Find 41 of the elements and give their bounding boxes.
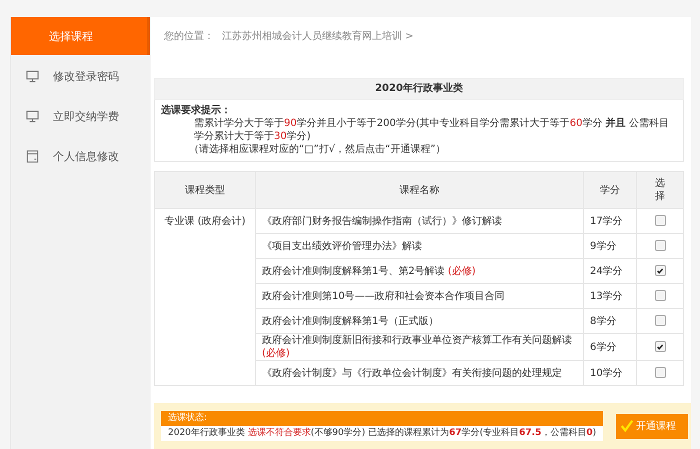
course-checkbox[interactable] (654, 315, 666, 326)
course-name: 《政府部门财务报告编制操作指南（试行）》修订解读 (256, 208, 584, 234)
column-header: 学分 (584, 172, 636, 208)
course-name: 政府会计准则第10号——政府和社会资本合作项目合同 (256, 284, 584, 308)
breadcrumb-link[interactable]: 江苏苏州相城会计人员继续教育网上培训 > (222, 29, 414, 43)
sidebar-item[interactable]: 立即交纳学费 (11, 97, 150, 135)
window-icon (26, 150, 39, 162)
requirements-note: （请选择相应课程对应的“□”打√，然后点击“开通课程”） (188, 143, 447, 156)
sidebar-item[interactable]: 个人信息修改 (11, 137, 150, 175)
check-icon (620, 419, 634, 433)
course-credits: 13学分 (584, 284, 636, 308)
course-name: 政府会计准则制度解释第1号、第2号解读 (必修) (256, 258, 584, 284)
course-checkbox[interactable] (654, 240, 666, 252)
course-name: 《项目支出绩效评价管理办法》解读 (256, 234, 584, 258)
course-name: 政府会计准则制度解释第1号（正式版） (256, 308, 584, 334)
status-label: 选课状态: (161, 411, 603, 426)
course-checkbox[interactable] (654, 290, 666, 302)
breadcrumb-label: 您的位置： (164, 30, 214, 43)
category-cell: 专业课 (政府会计) (154, 208, 256, 386)
course-checkbox[interactable] (654, 341, 666, 352)
status-text: 2020年行政事业类 选课不符合要求(不够90学分) 已选择的课程累计为67学分(专业科目 67.5，公需科目0) (161, 426, 603, 441)
course-credits: 8学分 (584, 308, 636, 334)
course-credits: 6学分 (584, 334, 636, 360)
course-credits: 24学分 (584, 258, 636, 284)
column-header: 选择 (636, 172, 684, 208)
column-header: 课程名称 (256, 172, 584, 208)
section-title: 2020年行政事业类 (154, 78, 684, 100)
requirements-text: 需累计学分大于等于90学分并且小于等于200学分(其中专业科目学分需累计大于等于60学分 并且 公需科目学分累计大于等于30学分) (193, 117, 670, 143)
monitor-icon (26, 70, 39, 82)
course-checkbox[interactable] (654, 265, 666, 276)
course-name: 《政府会计制度》与《行政单位会计制度》有关衔接问题的处理规定 (256, 360, 584, 386)
course-credits: 10学分 (584, 360, 636, 386)
sidebar-item[interactable]: 修改登录密码 (11, 57, 150, 95)
course-credits: 9学分 (584, 234, 636, 258)
monitor-icon (26, 110, 39, 122)
course-name: 政府会计准则制度新旧衔接和行政事业单位资产核算工作有关问题解读 (必修) (256, 334, 584, 360)
requirements-heading: 选课要求提示： (161, 104, 232, 117)
course-checkbox[interactable] (654, 367, 666, 378)
column-header: 课程类型 (154, 172, 256, 208)
course-credits: 17学分 (584, 208, 636, 234)
course-checkbox[interactable] (654, 215, 666, 226)
